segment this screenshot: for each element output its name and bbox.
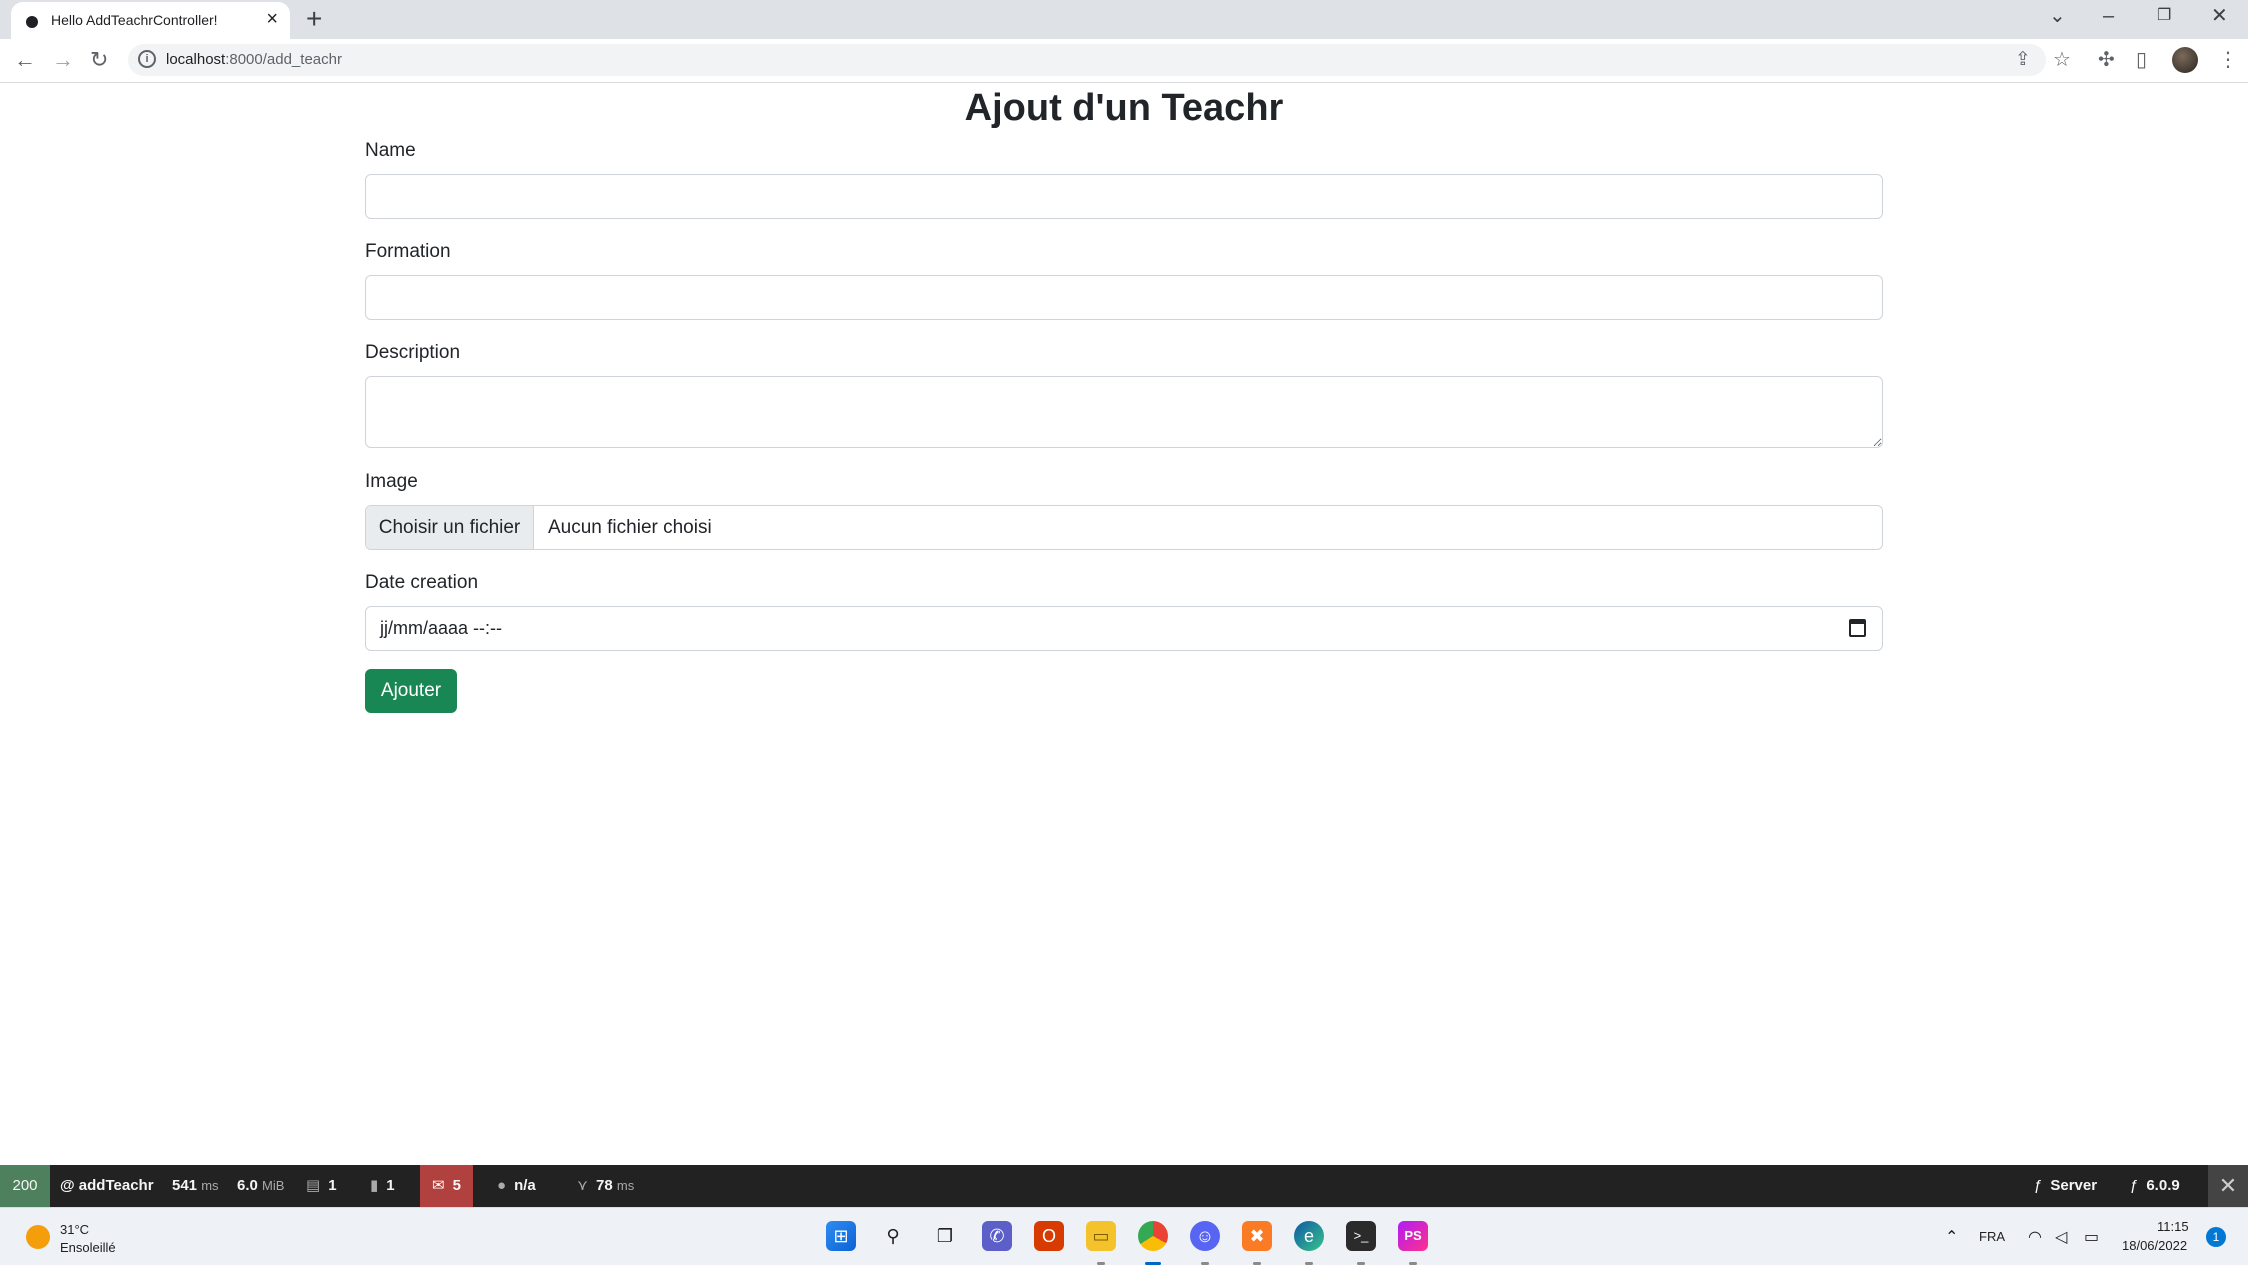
page-title: Ajout d'un Teachr: [964, 87, 1284, 129]
weather-sun-icon[interactable]: [26, 1225, 50, 1249]
chrome-icon[interactable]: [1138, 1221, 1168, 1251]
office-icon[interactable]: O: [1034, 1221, 1064, 1251]
symfony-version: 6.0.9: [2146, 1177, 2180, 1194]
tray-overflow-icon[interactable]: ⌃: [1945, 1227, 1958, 1247]
browser-tab-strip: Hello AddTeachrController! × + ⌄ – ❐ ✕: [0, 0, 2248, 39]
forward-icon[interactable]: →: [52, 47, 74, 73]
image-label: Image: [365, 471, 418, 492]
name-label: Name: [365, 140, 416, 161]
forms-count: 1: [328, 1177, 337, 1194]
image-file-input[interactable]: Choisir un fichier Aucun fichier choisi: [365, 505, 1883, 550]
battery-icon[interactable]: ▭: [2084, 1227, 2099, 1247]
edge-icon[interactable]: e: [1294, 1221, 1324, 1251]
choose-file-button[interactable]: Choisir un fichier: [366, 506, 534, 549]
url-path: :8000/add_teachr: [225, 51, 342, 68]
share-icon[interactable]: ⇪: [2015, 49, 2031, 71]
favicon-icon: [26, 16, 38, 28]
language-indicator[interactable]: FRA: [1979, 1229, 2005, 1244]
close-tab-icon[interactable]: ×: [266, 9, 278, 29]
security-panel[interactable]: ● n/a: [497, 1165, 536, 1207]
logs-icon: ✉: [432, 1177, 445, 1194]
validator-count: 1: [386, 1177, 395, 1194]
formation-input[interactable]: [365, 275, 1883, 320]
twig-panel[interactable]: ⋎ 78 ms: [577, 1165, 634, 1207]
tab-title: Hello AddTeachrController!: [51, 12, 218, 28]
minimize-icon[interactable]: –: [2103, 4, 2114, 28]
clock-date[interactable]: 18/06/2022: [2122, 1238, 2187, 1253]
file-status: Aucun fichier choisi: [548, 517, 712, 538]
calendar-icon[interactable]: [1849, 619, 1866, 637]
tab-search-icon[interactable]: ⌄: [2049, 4, 2066, 28]
logs-panel[interactable]: ✉ 5: [420, 1165, 473, 1207]
start-menu-icon[interactable]: ⊞: [826, 1221, 856, 1251]
memory-unit: MiB: [262, 1178, 285, 1193]
weather-description[interactable]: Ensoleillé: [60, 1240, 116, 1255]
logs-count: 5: [452, 1177, 461, 1194]
menu-dots-icon[interactable]: ⋮: [2218, 48, 2238, 72]
status-code-badge[interactable]: 200: [0, 1165, 50, 1207]
windows-taskbar: 31°C Ensoleillé ⊞ ⚲ ❐ ✆ O ▭ ☺ ✖ e >_ PS …: [0, 1207, 2248, 1265]
file-explorer-icon[interactable]: ▭: [1086, 1221, 1116, 1251]
user-value: n/a: [514, 1177, 536, 1194]
symfony-logo-icon: ƒ: [2034, 1177, 2043, 1194]
task-view-icon[interactable]: ❐: [930, 1221, 960, 1251]
time-value: 541: [172, 1177, 198, 1194]
description-textarea[interactable]: [365, 376, 1883, 448]
url-host: localhost: [166, 51, 226, 68]
weather-temperature[interactable]: 31°C: [60, 1222, 89, 1237]
description-label: Description: [365, 342, 461, 363]
date-placeholder: jj/mm/aaaa --:--: [380, 618, 503, 638]
submit-button[interactable]: Ajouter: [365, 669, 457, 713]
symfony-version-panel[interactable]: ƒ 6.0.9: [2130, 1165, 2180, 1207]
volume-icon[interactable]: ◁: [2055, 1227, 2067, 1247]
side-panel-icon[interactable]: ▯: [2136, 48, 2147, 72]
forms-panel[interactable]: ▤ 1: [306, 1165, 337, 1207]
validator-panel[interactable]: ▮ 1: [370, 1165, 395, 1207]
profile-avatar[interactable]: [2172, 47, 2198, 73]
time-unit: ms: [201, 1178, 219, 1193]
search-icon[interactable]: ⚲: [878, 1221, 908, 1251]
browser-tab[interactable]: Hello AddTeachrController! ×: [11, 2, 290, 39]
name-input[interactable]: [365, 174, 1883, 219]
clock-time[interactable]: 11:15: [2157, 1219, 2189, 1234]
date-creation-label: Date creation: [365, 572, 479, 593]
new-tab-icon[interactable]: +: [306, 4, 322, 34]
close-window-icon[interactable]: ✕: [2211, 4, 2228, 28]
twig-unit: ms: [616, 1178, 635, 1193]
request-time[interactable]: 541 ms: [172, 1165, 219, 1207]
site-info-icon[interactable]: i: [138, 50, 156, 68]
browser-toolbar: ← → ↻ i localhost:8000/add_teachr ⇪ ☆ ✣ …: [0, 39, 2248, 83]
route-name[interactable]: @ addTeachr: [60, 1165, 154, 1207]
user-icon: ●: [497, 1177, 507, 1194]
bookmark-star-icon[interactable]: ☆: [2053, 48, 2071, 72]
xampp-icon[interactable]: ✖: [1242, 1221, 1272, 1251]
server-panel[interactable]: ƒ Server: [2034, 1165, 2097, 1207]
date-creation-input[interactable]: jj/mm/aaaa --:--: [365, 606, 1883, 651]
teams-chat-icon[interactable]: ✆: [982, 1221, 1012, 1251]
restore-icon[interactable]: ❐: [2157, 4, 2171, 28]
formation-label: Formation: [365, 241, 451, 262]
notification-badge[interactable]: 1: [2206, 1227, 2226, 1247]
reload-icon[interactable]: ↻: [90, 47, 108, 73]
back-icon[interactable]: ←: [14, 47, 36, 73]
symfony-debug-toolbar: 200 @ addTeachr 541 ms 6.0 MiB ▤ 1 ▮ 1 ✉ 5 …: [0, 1165, 2248, 1207]
address-bar[interactable]: i localhost:8000/add_teachr ⇪: [128, 44, 2046, 76]
memory-value: 6.0: [237, 1177, 258, 1194]
memory-usage[interactable]: 6.0 MiB: [237, 1165, 284, 1207]
server-label: Server: [2050, 1177, 2098, 1194]
terminal-icon[interactable]: >_: [1346, 1221, 1376, 1251]
twig-value: 78: [596, 1177, 613, 1194]
discord-icon[interactable]: ☺: [1190, 1221, 1220, 1251]
symfony-version-icon: ƒ: [2130, 1177, 2139, 1194]
twig-icon: ⋎: [577, 1177, 588, 1194]
page-content: Ajout d'un Teachr Name Formation Descrip…: [0, 84, 2248, 1165]
wifi-icon[interactable]: ◠: [2028, 1227, 2042, 1247]
forms-icon: ▤: [306, 1177, 321, 1194]
validator-icon: ▮: [370, 1177, 379, 1194]
phpstorm-icon[interactable]: PS: [1398, 1221, 1428, 1251]
url-text: localhost:8000/add_teachr: [166, 51, 342, 68]
close-toolbar-icon[interactable]: ✕: [2208, 1165, 2248, 1207]
extensions-icon[interactable]: ✣: [2098, 48, 2115, 72]
